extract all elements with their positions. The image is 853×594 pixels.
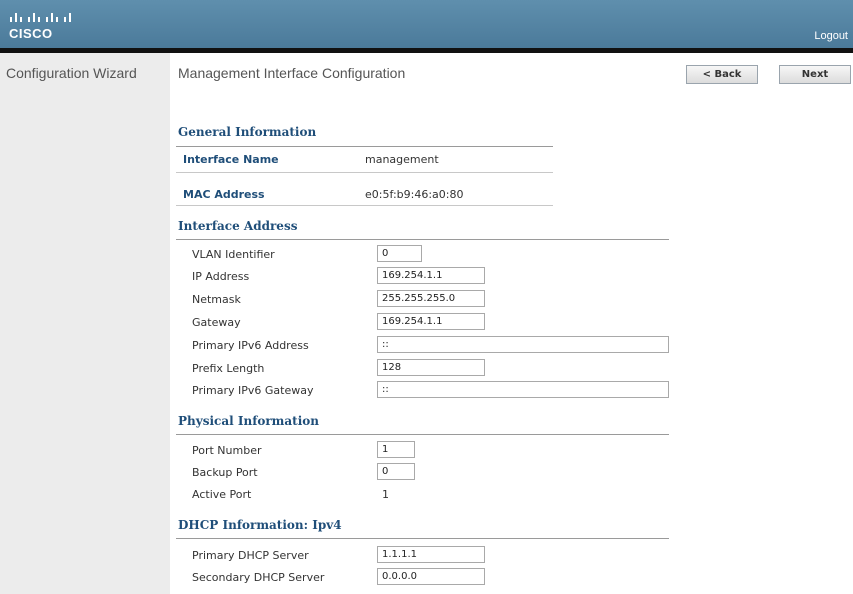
row-divider	[176, 172, 553, 173]
backup-port-label: Backup Port	[192, 466, 258, 479]
secondary-dhcp-server-label: Secondary DHCP Server	[192, 571, 325, 584]
ip-address-label: IP Address	[192, 270, 250, 283]
header-bar: CISCO Logout	[0, 0, 853, 48]
section-title-general: General Information	[178, 125, 317, 139]
back-button[interactable]: < Back	[686, 65, 758, 84]
sidebar-title: Configuration Wizard	[6, 65, 137, 81]
section-title-interface-address: Interface Address	[178, 219, 298, 233]
section-title-dhcp: DHCP Information: Ipv4	[178, 518, 342, 532]
primary-ipv6-gateway-label: Primary IPv6 Gateway	[192, 384, 314, 397]
prefix-length-label: Prefix Length	[192, 362, 265, 375]
gateway-input[interactable]	[377, 313, 485, 330]
gateway-label: Gateway	[192, 316, 241, 329]
section-divider	[176, 239, 669, 240]
port-number-label: Port Number	[192, 444, 262, 457]
row-divider	[176, 205, 553, 206]
primary-dhcp-server-label: Primary DHCP Server	[192, 549, 309, 562]
prefix-length-input[interactable]	[377, 359, 485, 376]
active-port-label: Active Port	[192, 488, 252, 501]
port-number-input[interactable]	[377, 441, 415, 458]
next-button[interactable]: Next	[779, 65, 851, 84]
primary-dhcp-server-input[interactable]	[377, 546, 485, 563]
primary-ipv6-address-input[interactable]	[377, 336, 669, 353]
logout-link[interactable]: Logout	[814, 30, 848, 42]
brand-text: CISCO	[9, 26, 53, 41]
active-port-value: 1	[382, 488, 389, 501]
interface-name-value: management	[365, 153, 439, 166]
sidebar: Configuration Wizard	[0, 53, 170, 594]
ip-address-input[interactable]	[377, 267, 485, 284]
backup-port-input[interactable]	[377, 463, 415, 480]
interface-name-label: Interface Name	[183, 153, 279, 166]
mac-address-value: e0:5f:b9:46:a0:80	[365, 188, 464, 201]
section-divider	[176, 434, 669, 435]
mac-address-label: MAC Address	[183, 188, 265, 201]
primary-ipv6-gateway-input[interactable]	[377, 381, 669, 398]
netmask-label: Netmask	[192, 293, 241, 306]
cisco-logo: CISCO	[9, 6, 79, 46]
section-title-physical: Physical Information	[178, 414, 319, 428]
vlan-identifier-input[interactable]	[377, 245, 422, 262]
section-divider	[176, 146, 553, 147]
vlan-identifier-label: VLAN Identifier	[192, 248, 275, 261]
section-divider	[176, 538, 669, 539]
netmask-input[interactable]	[377, 290, 485, 307]
secondary-dhcp-server-input[interactable]	[377, 568, 485, 585]
page-title: Management Interface Configuration	[178, 65, 406, 81]
primary-ipv6-address-label: Primary IPv6 Address	[192, 339, 309, 352]
